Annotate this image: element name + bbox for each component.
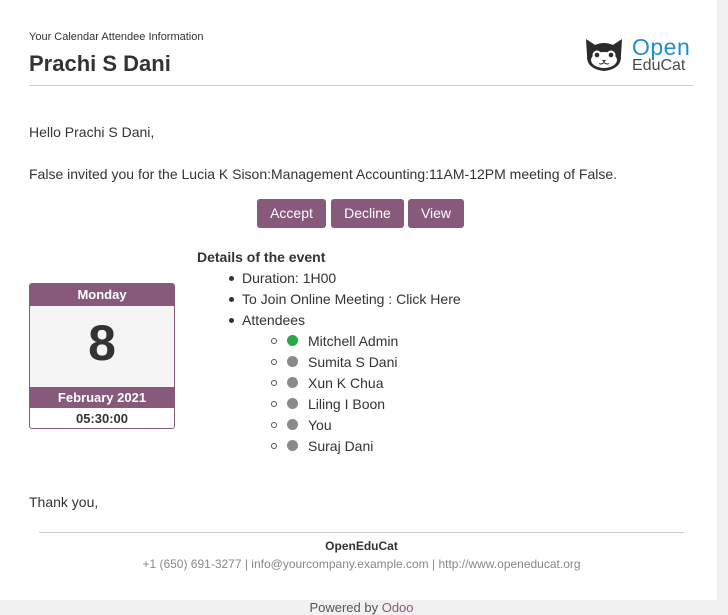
view-button[interactable]: View bbox=[408, 199, 464, 228]
bullet-icon bbox=[229, 276, 234, 281]
attendee-name: Mitchell Admin bbox=[308, 333, 399, 349]
circle-bullet-icon bbox=[271, 359, 277, 365]
attendee-name: Liling I Boon bbox=[308, 396, 386, 412]
invitation-text: False invited you for the Lucia K Sison:… bbox=[29, 166, 618, 182]
bullet-icon bbox=[229, 297, 234, 302]
decline-button[interactable]: Decline bbox=[331, 199, 404, 228]
logo-word-educat: EduCat bbox=[632, 57, 686, 74]
greeting-text: Hello Prachi S Dani, bbox=[29, 124, 155, 140]
calendar-day-number: 8 bbox=[88, 315, 116, 371]
footer-contact: +1 (650) 691-3277 | info@yourcompany.exa… bbox=[142, 557, 581, 571]
join-meeting-link[interactable]: To Join Online Meeting : Click Here bbox=[242, 291, 461, 307]
footer-divider bbox=[39, 532, 684, 533]
circle-bullet-icon bbox=[271, 422, 277, 428]
calendar-month-year: February 2021 bbox=[30, 387, 174, 408]
circle-bullet-icon bbox=[271, 338, 277, 344]
closing-text: Thank you, bbox=[29, 494, 99, 510]
status-dot-icon bbox=[287, 398, 298, 409]
header-eyebrow: Your Calendar Attendee Information bbox=[29, 31, 204, 43]
status-dot-icon bbox=[287, 440, 298, 451]
duration-text: Duration: 1H00 bbox=[242, 270, 337, 286]
circle-bullet-icon bbox=[271, 443, 277, 449]
attendee-name: Xun K Chua bbox=[308, 375, 384, 391]
status-dot-icon bbox=[287, 356, 298, 367]
event-date-card: Monday 8 February 2021 05:30:00 bbox=[29, 283, 175, 429]
header-divider bbox=[29, 85, 693, 86]
attendee-name: Suraj Dani bbox=[308, 438, 374, 454]
status-dot-icon bbox=[287, 335, 298, 346]
openeducat-logo: Open EduCat bbox=[582, 33, 694, 75]
attendees-label: Attendees bbox=[242, 312, 306, 328]
status-dot-icon bbox=[287, 419, 298, 430]
circle-bullet-icon bbox=[271, 380, 277, 386]
calendar-weekday: Monday bbox=[30, 284, 174, 306]
attendee-name: Sumita S Dani bbox=[308, 354, 398, 370]
attendee-name-title: Prachi S Dani bbox=[29, 51, 171, 76]
email-card: Your Calendar Attendee Information Prach… bbox=[0, 0, 717, 600]
details-title: Details of the event bbox=[197, 249, 326, 265]
cat-face-icon bbox=[586, 39, 622, 71]
circle-bullet-icon bbox=[271, 401, 277, 407]
bullet-icon bbox=[229, 318, 234, 323]
footer-company: OpenEduCat bbox=[325, 539, 398, 553]
calendar-time: 05:30:00 bbox=[30, 408, 174, 428]
attendee-name: You bbox=[308, 417, 332, 433]
accept-button[interactable]: Accept bbox=[257, 199, 326, 228]
status-dot-icon bbox=[287, 377, 298, 388]
